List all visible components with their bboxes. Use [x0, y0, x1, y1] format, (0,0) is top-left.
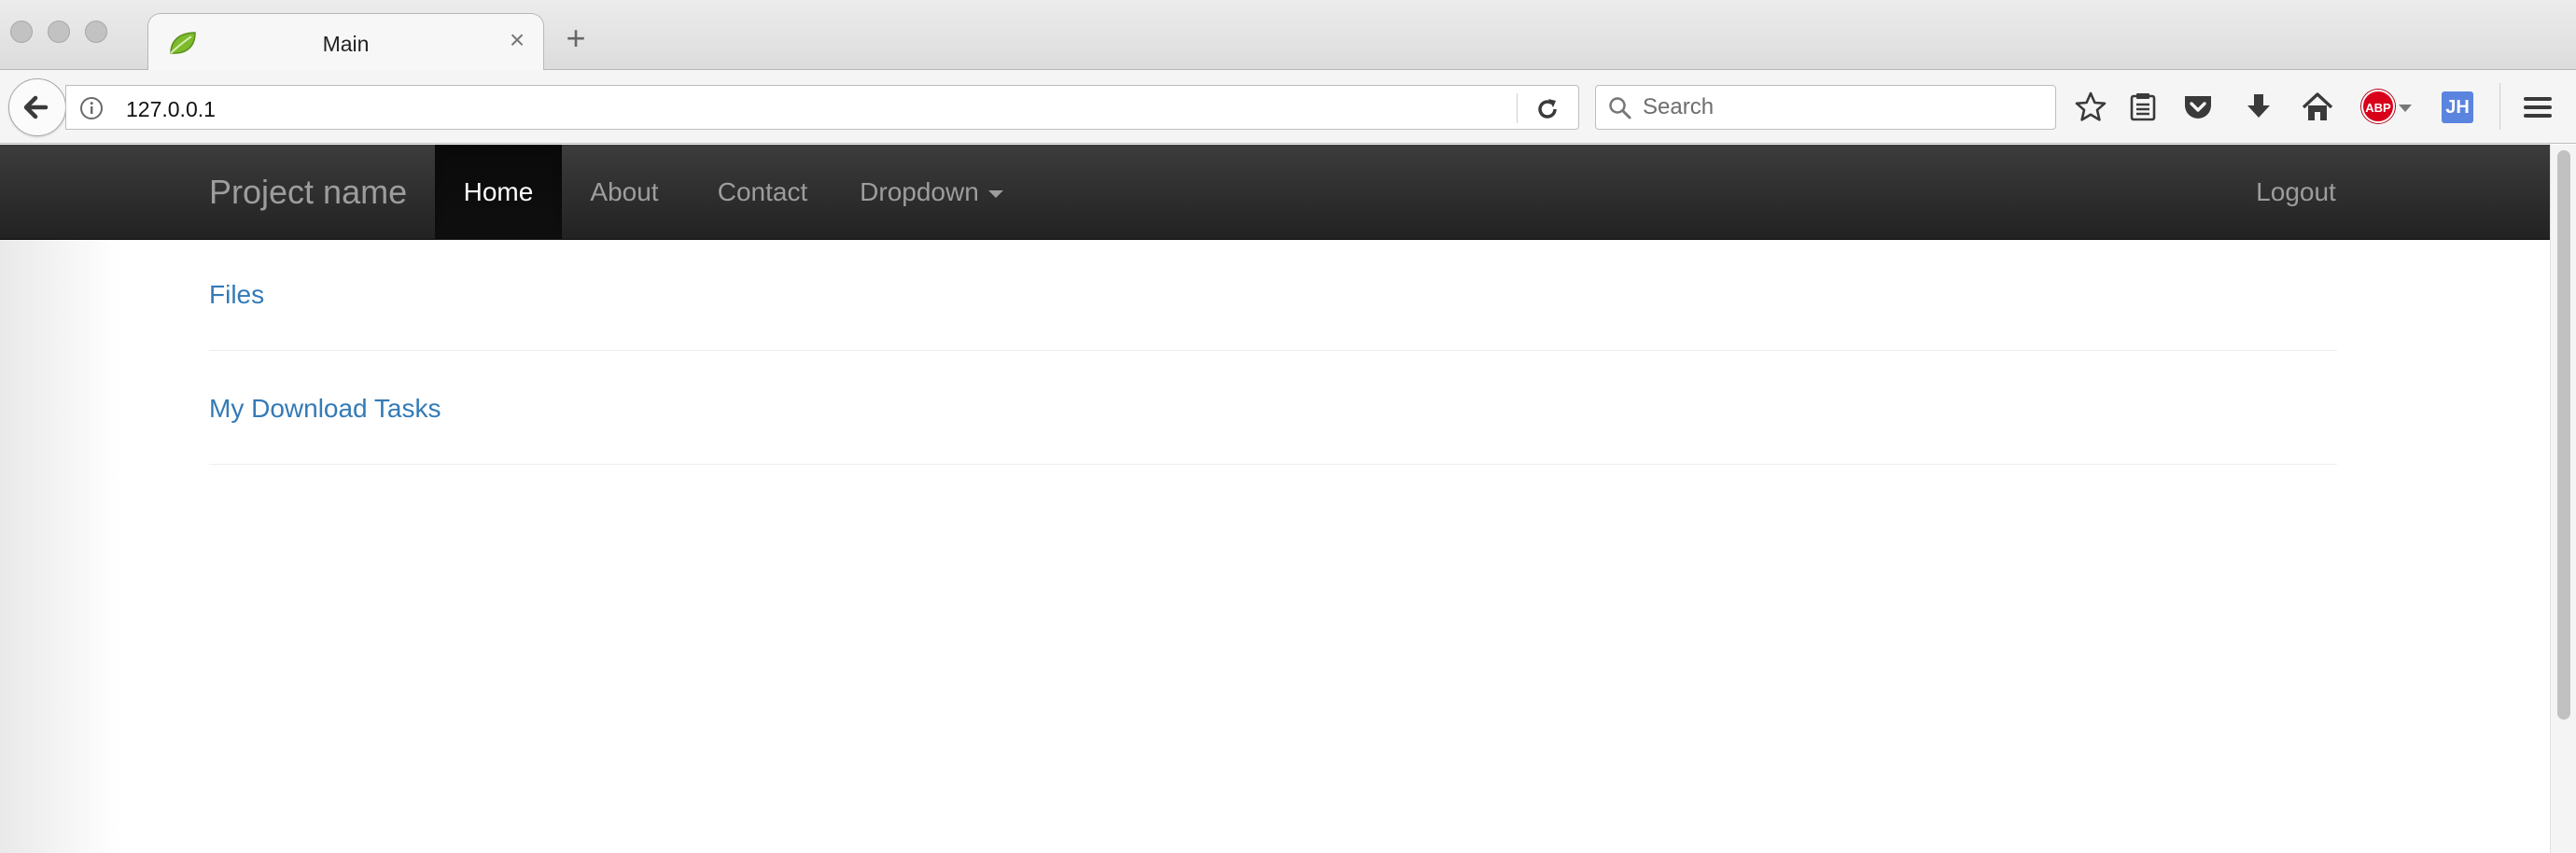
reading-list-icon[interactable] [2125, 90, 2161, 125]
address-bar[interactable]: 127.0.0.1 [65, 85, 1579, 130]
url-divider [1517, 93, 1518, 123]
nav-logout[interactable]: Logout [2231, 145, 2361, 240]
jh-extension-icon[interactable]: JH [2442, 91, 2473, 123]
site-navbar: Project name Home About Contact Dropdown… [0, 145, 2550, 240]
nav-about[interactable]: About [562, 145, 687, 240]
browser-tab-main[interactable]: Main × [147, 13, 544, 71]
window-zoom-button[interactable] [85, 21, 107, 43]
star-icon[interactable] [2073, 90, 2108, 125]
adblock-icon[interactable]: ABP [2361, 90, 2395, 123]
my-download-tasks-link[interactable]: My Download Tasks [209, 394, 441, 424]
download-icon[interactable] [2241, 90, 2276, 125]
navbar-brand[interactable]: Project name [209, 173, 407, 212]
leaf-icon [170, 32, 196, 54]
search-icon [1609, 97, 1631, 119]
browser-tab-strip: Main × + [0, 0, 2576, 71]
scrollbar-thumb[interactable] [2557, 150, 2570, 720]
info-icon[interactable] [79, 96, 104, 120]
hamburger-menu-icon[interactable] [2520, 90, 2555, 125]
browser-toolbar: 127.0.0.1 ABP JH [0, 70, 2576, 144]
back-arrow-icon [23, 95, 49, 119]
window-minimize-button[interactable] [48, 21, 70, 43]
nav-dropdown-label: Dropdown [860, 177, 979, 206]
caret-down-icon [987, 189, 1003, 198]
new-tab-button[interactable]: + [562, 21, 590, 55]
page-viewport: Project name Home About Contact Dropdown… [0, 145, 2550, 853]
nav-contact[interactable]: Contact [687, 145, 838, 240]
tab-title: Main [322, 32, 370, 56]
page-scrollbar[interactable] [2550, 145, 2576, 853]
search-input[interactable] [1643, 91, 2044, 123]
nav-home[interactable]: Home [435, 145, 562, 240]
divider [209, 350, 2337, 351]
files-link[interactable]: Files [209, 280, 264, 310]
tab-close-icon[interactable]: × [504, 27, 530, 53]
url-text[interactable]: 127.0.0.1 [126, 97, 216, 122]
nav-dropdown[interactable]: Dropdown [838, 145, 1025, 240]
adblock-menu-caret-icon[interactable] [2399, 105, 2412, 112]
pocket-icon[interactable] [2180, 90, 2216, 125]
window-close-button[interactable] [10, 21, 33, 43]
reload-icon[interactable] [1533, 95, 1561, 123]
toolbar-separator [2499, 83, 2500, 130]
back-button[interactable] [8, 78, 66, 136]
page-left-shade [0, 145, 121, 853]
home-icon[interactable] [2300, 90, 2335, 125]
search-bar[interactable] [1595, 85, 2056, 130]
divider [209, 464, 2337, 465]
